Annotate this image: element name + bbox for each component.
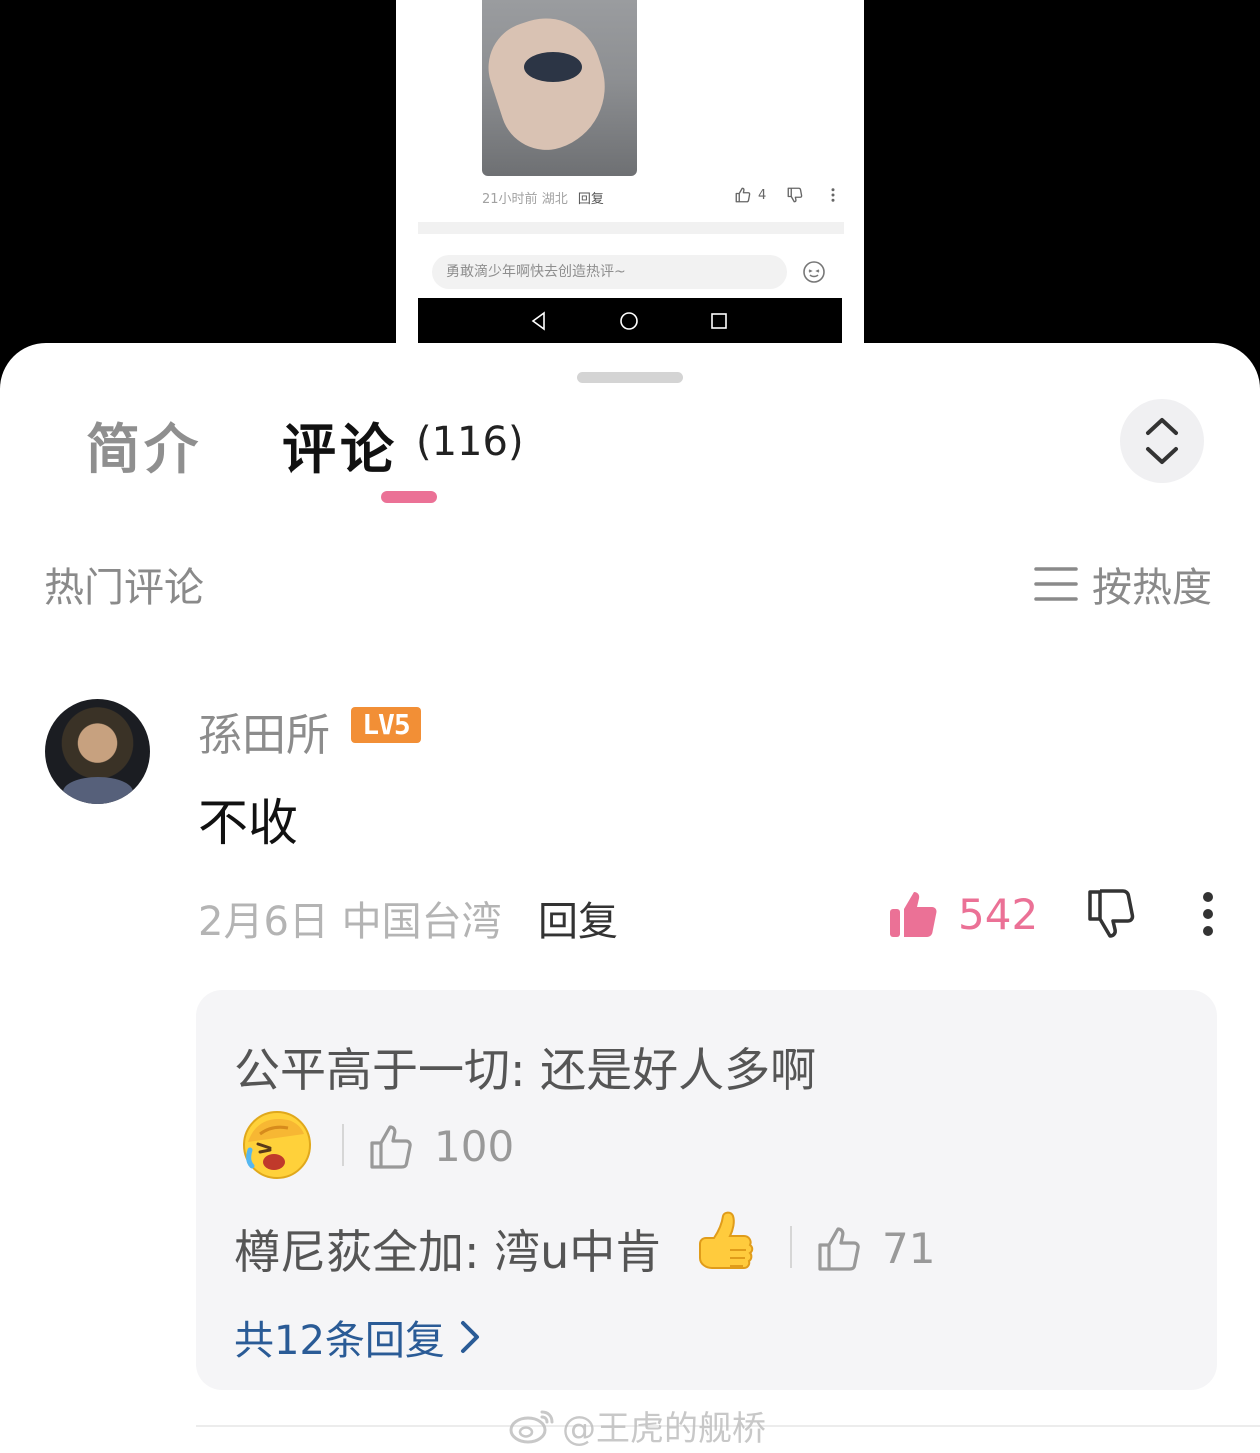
chevron-right-icon — [460, 1321, 479, 1353]
more-options-button[interactable] — [1196, 891, 1220, 941]
watermark-text: @王虎的舰桥 — [562, 1409, 766, 1449]
separator — [790, 1226, 792, 1268]
thumbs-down-icon — [1088, 889, 1135, 938]
like-count: 542 — [958, 889, 1039, 939]
expand-collapse-button[interactable] — [1120, 399, 1204, 483]
comment-location: 中国台湾 — [341, 899, 502, 945]
active-tab-indicator — [381, 491, 437, 503]
comment-date: 2月6日 — [198, 899, 329, 945]
reply-button[interactable]: 回复 — [538, 889, 618, 947]
phone-comment-input: 勇敢滴少年啊快去创造热评~ — [432, 255, 787, 289]
back-icon — [531, 311, 545, 331]
like-button[interactable]: 542 — [888, 889, 1038, 939]
weibo-logo-icon — [509, 1410, 554, 1443]
view-all-replies-link[interactable]: 共12条回复 — [234, 1308, 481, 1366]
phone-reply-link: 回复 — [577, 192, 604, 207]
tab-comments[interactable]: 评论 — [282, 405, 398, 484]
phone-comment-actions: 4 — [734, 186, 842, 204]
level-badge: LV5 — [351, 707, 421, 743]
thumbs-up-icon — [735, 187, 751, 203]
phone-meta-location: 湖北 — [541, 192, 568, 207]
phone-comment-meta: 21小时前 湖北 回复 — [482, 188, 604, 207]
reply-text[interactable]: 樽尼荻全加: 湾u中肯 — [234, 1216, 661, 1282]
home-icon — [620, 312, 638, 330]
sheet-drag-handle[interactable] — [577, 372, 683, 383]
section-title: 热门评论 — [44, 565, 204, 611]
more-icon — [831, 188, 835, 202]
reply-like-count: 100 — [434, 1122, 515, 1171]
video-player[interactable]: 21小时前 湖北 回复 4 勇敢滴少年啊快去创造热评~ — [0, 0, 1260, 345]
comment-meta: 2月6日 中国台湾 — [198, 889, 502, 947]
sort-button[interactable]: 按热度 — [1034, 555, 1212, 613]
phone-like-count: 4 — [758, 187, 767, 203]
more-vertical-icon — [1203, 892, 1213, 936]
tab-comments-count: (116) — [416, 419, 524, 465]
chevron-up-down-icon — [1146, 418, 1178, 464]
view-all-replies-label: 共12条回复 — [234, 1318, 445, 1364]
comment-photo — [482, 0, 637, 176]
replies-box: 公平高于一切: 还是好人多啊 100 樽尼荻全加: 湾u中肯 71 共12条回复 — [196, 990, 1217, 1390]
dislike-button[interactable] — [1086, 889, 1140, 943]
comments-sheet: 简介 评论 (116) 热门评论 按热度 孫田所 LV5 不收 2月6日 中国台… — [0, 343, 1260, 1453]
comment-text: 不收 — [198, 794, 298, 852]
recorded-phone-screen: 21小时前 湖北 回复 4 勇敢滴少年啊快去创造热评~ — [396, 0, 864, 345]
phone-navigation-bar — [418, 298, 842, 345]
menu-lines-icon — [1034, 567, 1078, 601]
recents-icon — [711, 313, 727, 329]
thumbs-up-icon — [818, 1226, 860, 1271]
reply-like-button[interactable]: 71 — [816, 1224, 935, 1273]
reply-like-button[interactable]: 100 — [368, 1122, 514, 1171]
phone-divider — [418, 222, 844, 234]
thumbs-up-filled-icon — [890, 892, 937, 937]
watermark: @王虎的舰桥 — [508, 1401, 766, 1450]
reply-like-count: 71 — [882, 1224, 936, 1273]
comment-username[interactable]: 孫田所 — [198, 699, 330, 763]
separator — [342, 1124, 344, 1166]
thumbs-up-emoji-icon — [699, 1211, 754, 1269]
thumbs-up-icon — [370, 1124, 412, 1169]
sort-label: 按热度 — [1092, 565, 1212, 611]
emoji-icon — [803, 261, 825, 283]
reply-text[interactable]: 公平高于一切: 还是好人多啊 — [234, 1034, 816, 1100]
avatar[interactable] — [45, 699, 150, 804]
phone-meta-time: 21小时前 — [482, 192, 538, 207]
laughing-crying-emoji-icon — [243, 1111, 311, 1179]
thumbs-down-icon — [787, 187, 803, 203]
tab-intro[interactable]: 简介 — [86, 405, 202, 484]
